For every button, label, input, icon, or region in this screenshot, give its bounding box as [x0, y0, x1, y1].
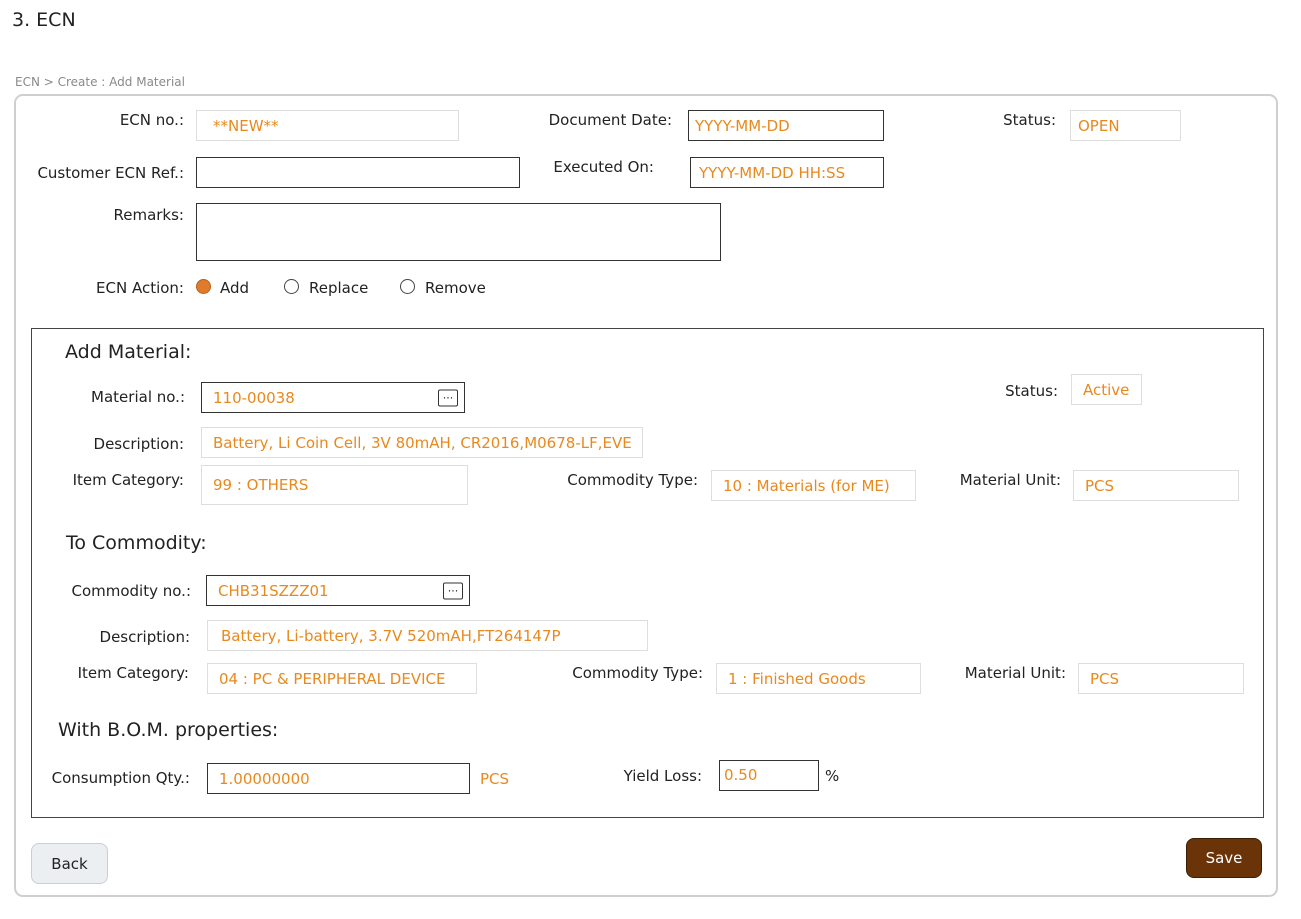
remarks-textarea[interactable] [196, 203, 721, 261]
radio-add[interactable] [196, 279, 211, 294]
material-unit-label: Material Unit: [959, 471, 1061, 489]
commodity-no-label: Commodity no.: [71, 582, 191, 600]
customer-ref-label: Customer ECN Ref.: [37, 164, 184, 182]
material-no-value: 110-00038 [213, 388, 295, 407]
radio-remove[interactable] [400, 279, 415, 294]
radio-add-label[interactable]: Add [220, 279, 249, 297]
back-button[interactable]: Back [31, 843, 108, 884]
executed-on-input[interactable]: YYYY-MM-DD HH:SS [690, 157, 884, 188]
material-status-field: Active [1071, 374, 1142, 405]
ecn-no-field: **NEW** [196, 110, 459, 141]
material-item-category-field: 99 : OTHERS [201, 465, 468, 505]
material-no-input[interactable]: 110-00038 ··· [201, 382, 465, 413]
material-description-label: Description: [93, 435, 184, 453]
yield-loss-label: Yield Loss: [623, 767, 702, 785]
save-button[interactable]: Save [1186, 838, 1262, 878]
material-commodity-type-field: 10 : Materials (for ME) [711, 470, 916, 501]
material-description-field: Battery, Li Coin Cell, 3V 80mAH, CR2016,… [201, 427, 643, 458]
yield-loss-unit: % [825, 767, 840, 785]
consumption-qty-input[interactable]: 1.00000000 [207, 763, 470, 794]
bom-title: With B.O.M. properties: [58, 719, 279, 741]
commodity-unit-field: PCS [1078, 663, 1244, 694]
breadcrumb: ECN > Create : Add Material [15, 75, 185, 89]
status-field: OPEN [1070, 110, 1181, 141]
executed-on-label: Executed On: [553, 158, 654, 176]
radio-remove-label[interactable]: Remove [425, 279, 486, 297]
commodity-unit-label: Material Unit: [964, 664, 1066, 682]
commodity-item-category-field: 04 : PC & PERIPHERAL DEVICE [207, 663, 477, 694]
material-status-label: Status: [1005, 382, 1058, 400]
yield-loss-input[interactable]: 0.50 [719, 760, 819, 791]
radio-replace[interactable] [284, 279, 299, 294]
to-commodity-title: To Commodity: [66, 532, 207, 554]
material-item-category-label: Item Category: [72, 471, 184, 489]
ecn-action-label: ECN Action: [96, 279, 184, 297]
add-material-title: Add Material: [65, 341, 192, 363]
ellipsis-icon[interactable]: ··· [438, 389, 458, 406]
commodity-commodity-type-field: 1 : Finished Goods [716, 663, 921, 694]
commodity-no-value: CHB31SZZZ01 [218, 581, 329, 600]
page-title: 3. ECN [12, 9, 76, 31]
commodity-item-category-label: Item Category: [77, 664, 189, 682]
commodity-no-input[interactable]: CHB31SZZZ01 ··· [206, 575, 470, 606]
document-date-label: Document Date: [548, 111, 672, 129]
material-no-label: Material no.: [91, 388, 185, 406]
material-unit-field: PCS [1073, 470, 1239, 501]
ecn-no-label: ECN no.: [119, 111, 184, 129]
document-date-input[interactable]: YYYY-MM-DD [688, 110, 884, 141]
status-label: Status: [1003, 111, 1056, 129]
commodity-description-label: Description: [99, 628, 190, 646]
radio-replace-label[interactable]: Replace [309, 279, 368, 297]
commodity-description-field: Battery, Li-battery, 3.7V 520mAH,FT26414… [207, 620, 648, 651]
commodity-commodity-type-label: Commodity Type: [572, 664, 703, 682]
ellipsis-icon[interactable]: ··· [443, 582, 463, 599]
material-commodity-type-label: Commodity Type: [567, 471, 698, 489]
consumption-qty-label: Consumption Qty.: [51, 769, 190, 787]
remarks-label: Remarks: [113, 206, 184, 224]
customer-ref-input[interactable] [196, 157, 520, 188]
consumption-qty-unit: PCS [480, 770, 510, 788]
